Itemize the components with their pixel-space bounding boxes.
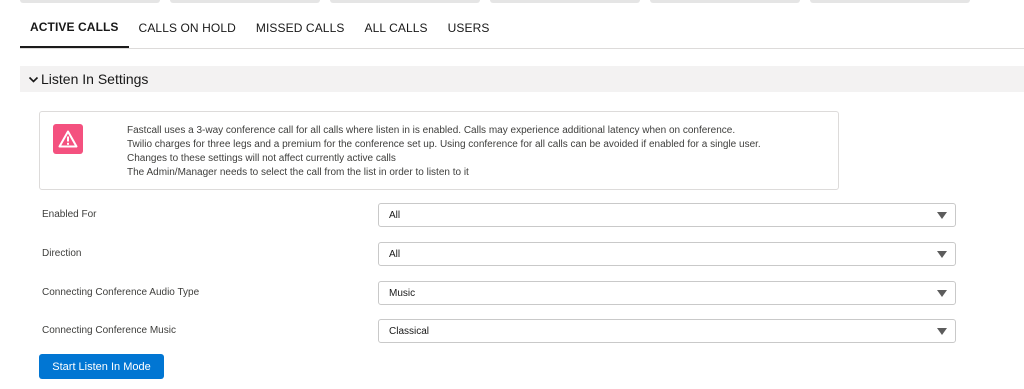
audio-type-select[interactable]: Music [378, 281, 956, 305]
section-title: Listen In Settings [41, 71, 149, 87]
conference-music-value: Classical [389, 325, 430, 337]
direction-select[interactable]: All [378, 242, 956, 266]
direction-row: Direction All [39, 242, 959, 268]
alert-box: Fastcall uses a 3-way conference call fo… [39, 111, 839, 190]
tab-users[interactable]: USERS [438, 8, 500, 48]
enabled-for-label: Enabled For [42, 209, 97, 220]
direction-value: All [389, 248, 401, 260]
alert-message: Fastcall uses a 3-way conference call fo… [127, 124, 761, 180]
enabled-for-select[interactable]: All [378, 203, 956, 227]
tab-calls-on-hold[interactable]: CALLS ON HOLD [129, 8, 246, 48]
enabled-for-row: Enabled For All [39, 203, 959, 229]
conference-music-row: Connecting Conference Music Classical [39, 319, 959, 345]
dropdown-caret-icon [937, 212, 947, 219]
start-listen-in-button[interactable]: Start Listen In Mode [39, 354, 164, 379]
top-tab-segment [170, 0, 320, 3]
conference-music-select[interactable]: Classical [378, 319, 956, 343]
conference-music-label: Connecting Conference Music [42, 325, 176, 336]
dropdown-caret-icon [937, 251, 947, 258]
top-tab-segment [810, 0, 970, 3]
top-tab-segment [330, 0, 480, 3]
listen-in-settings-header[interactable]: Listen In Settings [20, 66, 1024, 92]
audio-type-value: Music [389, 287, 416, 299]
warning-icon [53, 124, 83, 154]
top-tab-segment [20, 0, 160, 3]
tab-all-calls[interactable]: ALL CALLS [354, 8, 437, 48]
audio-type-label: Connecting Conference Audio Type [42, 287, 200, 298]
top-tab-segment [650, 0, 800, 3]
chevron-down-icon [27, 73, 39, 85]
alert-line: The Admin/Manager needs to select the ca… [127, 167, 469, 178]
audio-type-row: Connecting Conference Audio Type Music [39, 281, 959, 307]
alert-line: Fastcall uses a 3-way conference call fo… [127, 125, 736, 136]
top-tab-segment [490, 0, 640, 3]
tab-bar: ACTIVE CALLS CALLS ON HOLD MISSED CALLS … [20, 8, 1024, 49]
dropdown-caret-icon [937, 290, 947, 297]
direction-label: Direction [42, 248, 82, 259]
enabled-for-value: All [389, 209, 401, 221]
tab-active-calls[interactable]: ACTIVE CALLS [20, 8, 129, 48]
top-strip [0, 0, 1024, 4]
tab-missed-calls[interactable]: MISSED CALLS [246, 8, 355, 48]
alert-line: Twilio charges for three legs and a prem… [127, 139, 761, 150]
dropdown-caret-icon [937, 328, 947, 335]
alert-line: Changes to these settings will not affec… [127, 153, 396, 164]
